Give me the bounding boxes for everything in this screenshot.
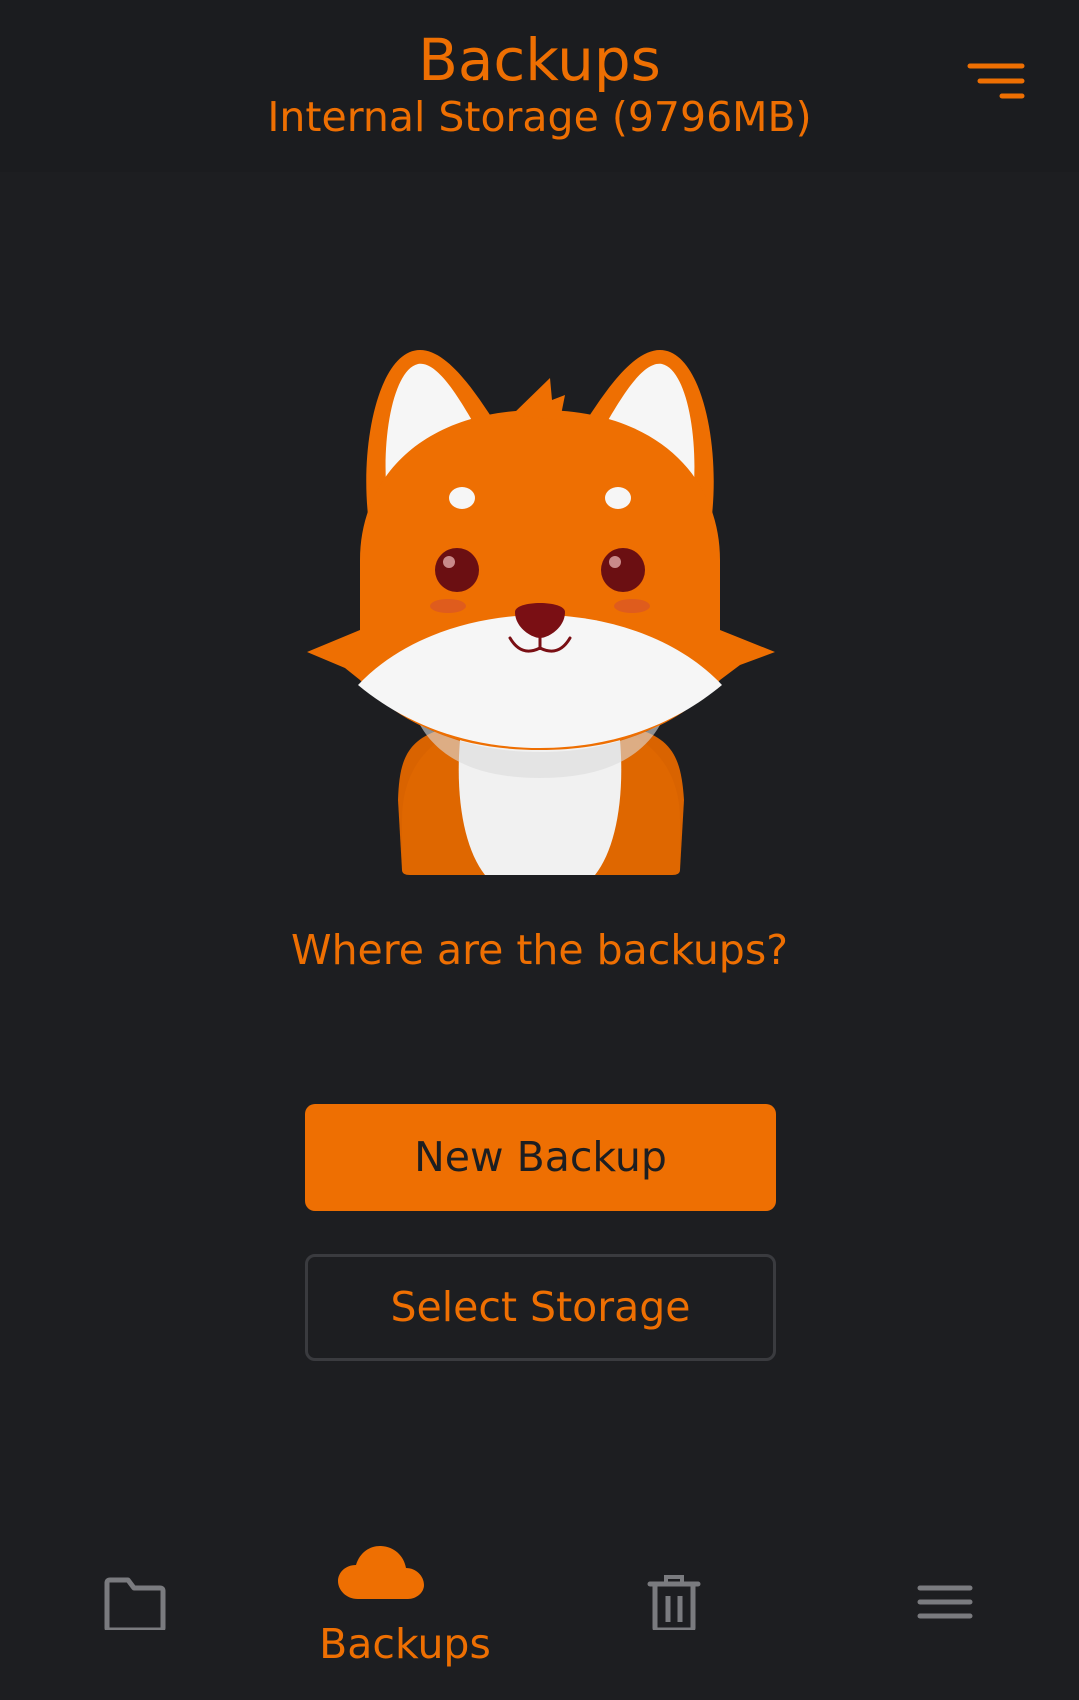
menu-icon (917, 1585, 973, 1619)
nav-item-trash[interactable] (540, 1530, 810, 1700)
folder-icon (104, 1577, 166, 1630)
select-storage-button[interactable]: Select Storage (305, 1254, 776, 1361)
nav-label-backups: Backups (319, 1620, 491, 1668)
nav-item-menu[interactable] (810, 1530, 1079, 1700)
empty-state-message: Where are the backups? (291, 926, 788, 974)
nav-item-backups[interactable]: Backups (270, 1530, 540, 1700)
nav-item-files[interactable] (0, 1530, 270, 1700)
sort-button[interactable] (960, 52, 1030, 112)
sort-lines-icon (967, 63, 1025, 99)
page-title: Backups (418, 26, 661, 94)
new-backup-button[interactable]: New Backup (305, 1104, 776, 1211)
app-header: Backups Internal Storage (9796MB) (0, 0, 1079, 172)
bottom-nav: Backups (0, 1530, 1079, 1700)
storage-subtitle: Internal Storage (9796MB) (267, 93, 812, 141)
cloud-icon (338, 1546, 424, 1599)
fox-mascot (307, 350, 775, 875)
trash-icon (647, 1575, 701, 1630)
